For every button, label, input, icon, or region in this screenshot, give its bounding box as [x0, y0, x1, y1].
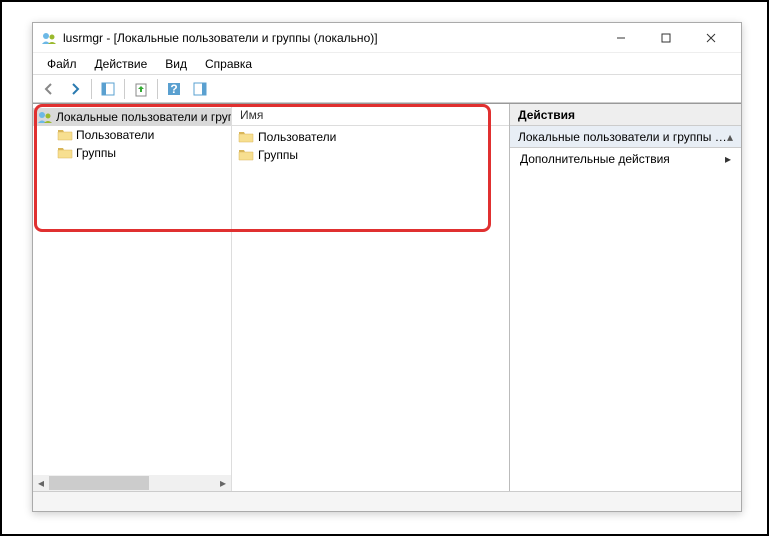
titlebar: lusrmgr - [Локальные пользователи и груп… [33, 23, 741, 53]
toolbar-help-button[interactable] [162, 77, 186, 101]
folder-icon [57, 145, 73, 161]
toolbar-show-actions-button[interactable] [188, 77, 212, 101]
minimize-button[interactable] [598, 24, 643, 52]
menubar: Файл Действие Вид Справка [33, 53, 741, 75]
scroll-left-arrow[interactable]: ◂ [33, 475, 49, 491]
toolbar-show-tree-button[interactable] [96, 77, 120, 101]
tree-item-label: Группы [76, 146, 116, 160]
list-item-users[interactable]: Пользователи [232, 128, 509, 146]
body-area: Локальные пользователи и группы Пользова… [33, 103, 741, 491]
tree-root-node[interactable]: Локальные пользователи и группы [33, 108, 231, 126]
horizontal-scrollbar[interactable]: ◂ ▸ [33, 475, 231, 491]
menu-action[interactable]: Действие [87, 55, 156, 73]
submenu-arrow-icon: ▸ [725, 152, 731, 166]
tree-item-label: Пользователи [76, 128, 154, 142]
actions-pane: Действия Локальные пользователи и группы… [509, 104, 741, 491]
list-item-label: Группы [258, 148, 298, 162]
toolbar-back-button[interactable] [37, 77, 61, 101]
tree-item-users[interactable]: Пользователи [33, 126, 231, 144]
list-pane: Имя Пользователи Группы [231, 104, 509, 491]
actions-section-label: Локальные пользователи и группы (л... [518, 130, 727, 144]
actions-more[interactable]: Дополнительные действия ▸ [510, 148, 741, 170]
toolbar-separator [124, 79, 125, 99]
tree-item-groups[interactable]: Группы [33, 144, 231, 162]
toolbar-forward-button[interactable] [63, 77, 87, 101]
toolbar-export-button[interactable] [129, 77, 153, 101]
menu-file[interactable]: Файл [39, 55, 85, 73]
actions-more-label: Дополнительные действия [520, 152, 670, 166]
actions-header: Действия [510, 104, 741, 126]
folder-icon [238, 129, 254, 145]
close-button[interactable] [688, 24, 733, 52]
toolbar-separator [91, 79, 92, 99]
toolbar [33, 75, 741, 103]
window-title: lusrmgr - [Локальные пользователи и груп… [63, 31, 598, 45]
maximize-button[interactable] [643, 24, 688, 52]
list-header[interactable]: Имя [232, 104, 509, 126]
menu-help[interactable]: Справка [197, 55, 260, 73]
users-groups-icon [37, 109, 53, 125]
actions-section[interactable]: Локальные пользователи и группы (л... ▴ [510, 126, 741, 148]
folder-icon [238, 147, 254, 163]
collapse-icon: ▴ [727, 130, 733, 144]
toolbar-separator [157, 79, 158, 99]
column-name: Имя [240, 108, 263, 122]
list-item-label: Пользователи [258, 130, 336, 144]
menu-view[interactable]: Вид [157, 55, 195, 73]
folder-icon [57, 127, 73, 143]
scroll-right-arrow[interactable]: ▸ [215, 475, 231, 491]
tree-root-label: Локальные пользователи и группы [56, 110, 231, 124]
tree-pane: Локальные пользователи и группы Пользова… [33, 104, 231, 491]
statusbar [33, 491, 741, 511]
app-icon [41, 30, 57, 46]
window: lusrmgr - [Локальные пользователи и груп… [32, 22, 742, 512]
scroll-thumb[interactable] [49, 476, 149, 490]
list-item-groups[interactable]: Группы [232, 146, 509, 164]
